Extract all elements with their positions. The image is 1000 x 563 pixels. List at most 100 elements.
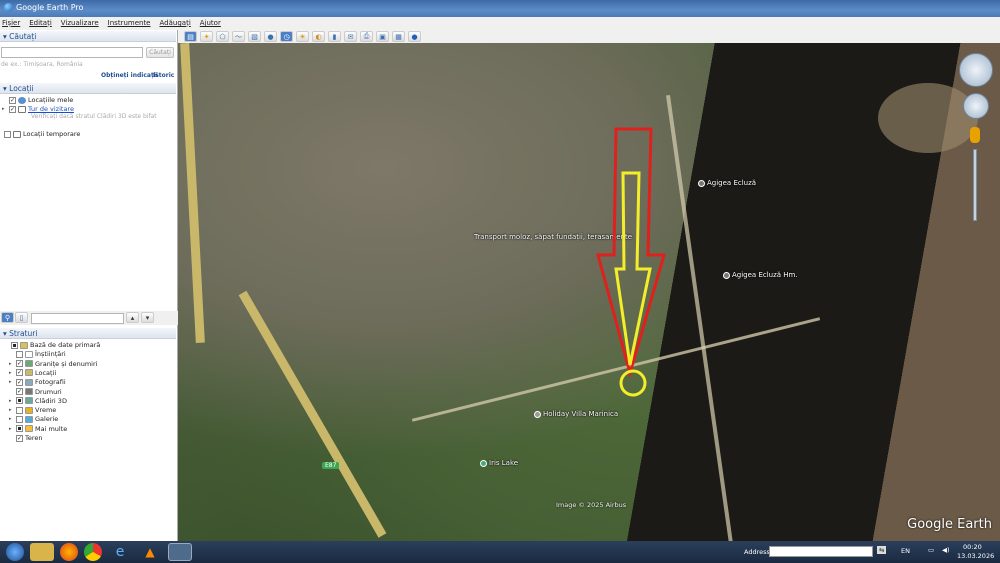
menu-view[interactable]: Vizualizare — [61, 19, 99, 30]
layer-item[interactable]: ▸ Vreme — [9, 406, 56, 414]
places-filter-input[interactable] — [31, 313, 124, 324]
expand-icon[interactable]: ▸ — [9, 379, 14, 385]
place-tour[interactable]: ▸ ✓ Tur de vizitare — [2, 105, 74, 113]
layer-item[interactable]: ▸ ✓ Locații — [9, 369, 56, 377]
search-header[interactable]: ▾ Căutați — [0, 31, 176, 42]
layer-checkbox[interactable] — [16, 415, 23, 423]
places-header[interactable]: ▾ Locații — [0, 83, 176, 94]
move-joystick[interactable] — [963, 93, 989, 119]
move-up-icon[interactable]: ▴ — [126, 312, 139, 323]
start-button[interactable] — [6, 543, 24, 561]
layer-item[interactable]: ✓ Teren — [9, 434, 43, 442]
layer-item[interactable]: ▪ Bază de date primară — [4, 341, 100, 349]
clock-time[interactable]: 00:20 — [963, 543, 982, 551]
record-tour-icon[interactable]: ● — [264, 31, 277, 42]
roads-icon — [25, 388, 33, 395]
layer-checkbox[interactable]: ▪ — [11, 341, 18, 349]
history-link[interactable]: Istoric — [153, 72, 174, 79]
layer-item[interactable]: ▸ ▪ Mai multe — [9, 425, 67, 433]
layer-item[interactable]: ▸ ▪ Clădiri 3D — [9, 397, 67, 405]
layer-label: Clădiri 3D — [35, 396, 67, 405]
add-polygon-icon[interactable]: ⬠ — [216, 31, 229, 42]
layers-header[interactable]: ▾ Straturi — [0, 328, 176, 339]
email-icon[interactable]: ✉ — [344, 31, 357, 42]
expand-icon[interactable]: ▸ — [2, 106, 7, 112]
layer-item[interactable]: ✓ Drumuri — [9, 388, 62, 396]
search-button[interactable]: Căutați — [146, 47, 174, 58]
layer-item[interactable]: ▸ Galerie — [9, 415, 58, 423]
expand-icon[interactable]: ▸ — [9, 398, 14, 404]
places-icon — [25, 369, 33, 377]
gallery-icon — [25, 415, 33, 423]
borders-labels-icon — [25, 360, 33, 368]
address-label: Address — [744, 548, 770, 556]
expand-icon[interactable]: ▸ — [9, 426, 14, 432]
chrome-taskbar-icon[interactable] — [84, 543, 102, 561]
maps-view-icon[interactable]: ▦ — [392, 31, 405, 42]
expand-icon[interactable]: ▸ — [9, 416, 14, 422]
move-down-icon[interactable]: ▾ — [141, 312, 154, 323]
tour-link[interactable]: Tur de vizitare — [28, 105, 74, 113]
explorer-taskbar-icon[interactable] — [30, 543, 54, 561]
volume-icon[interactable]: ◀) — [942, 546, 950, 554]
layer-checkbox[interactable]: ▪ — [16, 425, 23, 433]
print-icon[interactable]: ⎙ — [360, 31, 373, 42]
ruler-icon[interactable]: ▮ — [328, 31, 341, 42]
menu-add[interactable]: Adăugați — [160, 19, 191, 30]
title-bar: Google Earth Pro — [0, 0, 1000, 17]
layer-item[interactable]: ▸ ✓ Granițe și denumiri — [9, 360, 97, 368]
menu-tools[interactable]: Instrumente — [108, 19, 151, 30]
sunlight-icon[interactable]: ☀ — [296, 31, 309, 42]
address-input[interactable] — [769, 546, 873, 557]
checkbox[interactable]: ✓ — [9, 96, 16, 104]
place-my-places[interactable]: ✓ Locațiile mele — [2, 96, 73, 104]
add-overlay-icon[interactable]: ▧ — [248, 31, 261, 42]
go-icon[interactable]: ⇆ — [877, 546, 887, 554]
firefox-taskbar-icon[interactable] — [60, 543, 78, 561]
search-panel-icon[interactable]: ⚲ — [1, 312, 14, 323]
expand-icon[interactable]: ▸ — [9, 407, 14, 413]
layer-label: Înștiințări — [35, 350, 66, 359]
expand-icon[interactable]: ▸ — [9, 370, 14, 376]
historical-imagery-icon[interactable]: ◷ — [280, 31, 293, 42]
layer-item[interactable]: ▸ ✓ Fotografii — [9, 378, 66, 386]
layer-checkbox[interactable]: ✓ — [16, 369, 23, 377]
network-icon[interactable]: ▭ — [928, 546, 934, 554]
checkbox[interactable]: ✓ — [9, 105, 16, 113]
planets-icon[interactable]: ◐ — [312, 31, 325, 42]
checkbox[interactable] — [4, 130, 11, 138]
look-joystick[interactable] — [959, 53, 993, 87]
layer-checkbox[interactable]: ✓ — [16, 378, 23, 386]
layer-checkbox[interactable]: ✓ — [16, 388, 23, 395]
places-toolbar: ⚲ ▯ ▴ ▾ — [0, 311, 178, 325]
layer-checkbox[interactable] — [16, 350, 23, 358]
clock-date[interactable]: 13.03.2026 — [957, 552, 994, 560]
label: Locații temporare — [23, 130, 81, 138]
menu-file[interactable]: Fișier — [2, 19, 20, 30]
menu-edit[interactable]: Editați — [29, 19, 52, 30]
directions-link[interactable]: Obțineți indicații — [101, 72, 158, 79]
layer-checkbox[interactable]: ▪ — [16, 397, 23, 405]
layer-checkbox[interactable] — [16, 406, 23, 414]
sidebar-toggle-icon[interactable]: ▯ — [15, 312, 28, 323]
earth-gallery-icon[interactable]: ● — [408, 31, 421, 42]
search-input[interactable] — [1, 47, 143, 58]
expand-icon[interactable]: ▸ — [9, 361, 14, 367]
street-view-pegman-icon[interactable] — [970, 127, 980, 143]
save-image-icon[interactable]: ▣ — [376, 31, 389, 42]
place-temporary[interactable]: Locații temporare — [4, 130, 80, 138]
language-indicator[interactable]: EN — [901, 547, 910, 555]
vlc-taskbar-icon[interactable]: ▲ — [138, 543, 162, 561]
ie-taskbar-icon[interactable]: e — [108, 543, 132, 561]
layer-label: Locații — [35, 368, 57, 377]
layer-checkbox[interactable]: ✓ — [16, 360, 23, 368]
menu-help[interactable]: Ajutor — [200, 19, 221, 30]
add-path-icon[interactable]: 〜 — [232, 31, 245, 42]
layer-checkbox[interactable]: ✓ — [16, 434, 23, 442]
add-placemark-icon[interactable]: ✦ — [200, 31, 213, 42]
sidebar-toggle-button[interactable]: ▤ — [184, 31, 197, 42]
layer-item[interactable]: Înștiințări — [9, 350, 66, 358]
zoom-slider[interactable] — [973, 149, 977, 221]
google-earth-taskbar-icon[interactable] — [168, 543, 192, 561]
map-view[interactable]: Agigea Ecluză Agigea Ecluză Hm. Transpor… — [178, 43, 1000, 541]
